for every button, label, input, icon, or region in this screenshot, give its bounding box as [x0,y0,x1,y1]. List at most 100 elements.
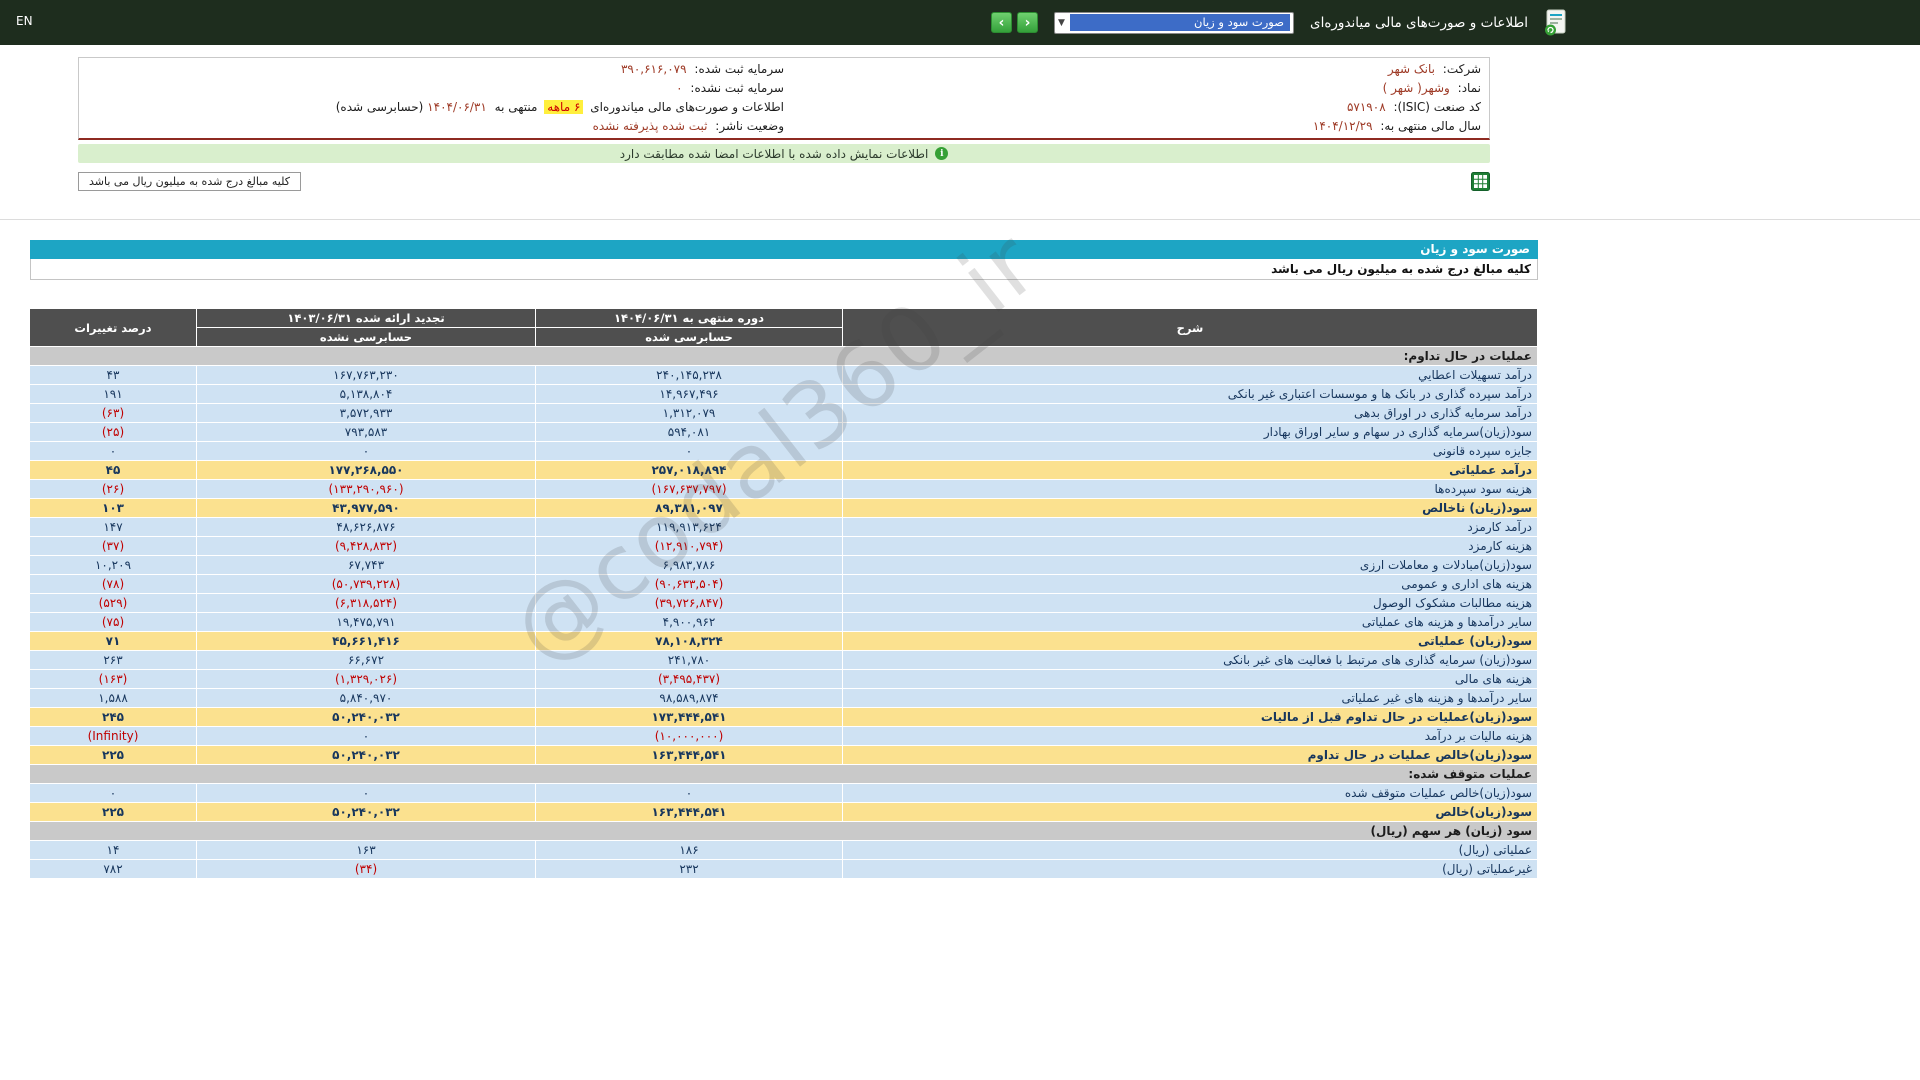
percent-change-value: ۱۴ [30,841,197,860]
language-en-link[interactable]: EN [16,14,33,28]
chevron-down-icon: ▼ [1058,18,1065,28]
row-description: سایر درآمدها و هزینه های غیر عملیاتی [843,689,1538,708]
row-description: سود(زیان) سرمایه گذاری های مرتبط با فعال… [843,651,1538,670]
current-period-value: ۴,۹۰۰,۹۶۲ [536,613,843,632]
prior-period-value: ۵۰,۲۴۰,۰۳۲ [197,746,536,765]
company-info-panel: شرکت: بانک شهر نماد: وشهر( شهر ) کد صنعت… [78,57,1490,140]
excel-export-icon[interactable] [1471,172,1490,191]
report-date: ۱۴۰۴/۰۶/۳۱ [427,100,487,114]
prior-period-value: ۷۹۳,۵۸۳ [197,423,536,442]
percent-change-value: ۴۵ [30,461,197,480]
isic-row: کد صنعت (ISIC): ۵۷۱۹۰۸ [784,98,1481,117]
company-name-row: شرکت: بانک شهر [784,60,1481,79]
prior-period-value: ۱۹,۴۷۵,۷۹۱ [197,613,536,632]
table-row: هزینه های مالی(۳,۴۹۵,۴۳۷)(۱,۳۲۹,۰۲۶)(۱۶۳… [30,670,1538,689]
percent-change-value: ۱۴۷ [30,518,197,537]
prior-period-value: ۰ [197,727,536,746]
row-description: سایر درآمدها و هزینه های عملیاتی [843,613,1538,632]
prior-period-value: ۵,۸۴۰,۹۷۰ [197,689,536,708]
income-statement-table: شرح دوره منتهی به ۱۴۰۴/۰۶/۳۱ تجدید ارائه… [29,308,1538,879]
current-period-value: ۶,۹۸۳,۷۸۶ [536,556,843,575]
percent-change-value: ۷۸۲ [30,860,197,879]
percent-change-value: ۴۳ [30,366,197,385]
report-period-highlight: ۶ ماهه [544,100,583,114]
prior-period-value: ۶۷,۷۴۳ [197,556,536,575]
percent-change-value: ۲۴۵ [30,708,197,727]
percent-change-value: ۱۰,۲۰۹ [30,556,197,575]
prior-period-value: (۶,۳۱۸,۵۲۴) [197,594,536,613]
company-info-left-column: سرمایه ثبت شده: ۳۹۰,۶۱۶,۰۷۹ سرمایه ثبت ن… [87,60,784,136]
period-nav-buttons: ‹ › [991,12,1038,33]
section-row: سود (زیان) هر سهم (ریال) [30,822,1538,841]
dropdown-selected-value: صورت سود و زیان [1070,14,1290,31]
table-row: درآمد سپرده گذاری در بانک ها و موسسات اع… [30,385,1538,404]
table-row: سود(زیان)خالص عملیات متوقف شده۰۰۰ [30,784,1538,803]
statement-type-dropdown[interactable]: صورت سود و زیان ▼ [1054,12,1294,34]
table-header: شرح دوره منتهی به ۱۴۰۴/۰۶/۳۱ تجدید ارائه… [30,309,1538,347]
current-period-value: ۲۴۰,۱۴۵,۲۳۸ [536,366,843,385]
publisher-status-row: وضعیت ناشر: ثبت شده پذیرفته نشده [87,117,784,136]
table-row: سود(زیان) عملیاتی۷۸,۱۰۸,۳۲۴۴۵,۶۶۱,۴۱۶۷۱ [30,632,1538,651]
prior-period-value: (۱,۳۲۹,۰۲۶) [197,670,536,689]
current-period-value: ۰ [536,784,843,803]
row-description: سود(زیان)خالص [843,803,1538,822]
section-row: عملیات متوقف شده: [30,765,1538,784]
current-period-value: ۱۴,۹۶۷,۴۹۶ [536,385,843,404]
prior-period-value: ۳,۵۷۲,۹۳۳ [197,404,536,423]
prior-period-value: ۵۰,۲۴۰,۰۳۲ [197,708,536,727]
current-period-value: (۱۶۷,۶۳۷,۷۹۷) [536,480,843,499]
section-label: عملیات در حال تداوم: [30,347,1538,366]
current-period-value: ۲۳۲ [536,860,843,879]
row-description: هزینه های اداری و عمومی [843,575,1538,594]
statement-section: صورت سود و زیان کلیه مبالغ درج شده به می… [30,240,1538,879]
next-period-button[interactable]: › [991,12,1012,33]
row-description: سود(زیان) عملیاتی [843,632,1538,651]
report-document-icon [1544,9,1568,36]
row-description: هزینه مطالبات مشکوک الوصول [843,594,1538,613]
row-description: درآمد سرمایه گذاری در اوراق بدهی [843,404,1538,423]
table-row: سود(زیان) سرمایه گذاری های مرتبط با فعال… [30,651,1538,670]
table-row: غیرعملیاتی (ریال)۲۳۲(۳۴)۷۸۲ [30,860,1538,879]
row-description: سود(زیان)سرمایه گذاری در سهام و سایر اور… [843,423,1538,442]
prior-period-value: (۱۳۳,۲۹۰,۹۶۰) [197,480,536,499]
current-period-value: (۳۹,۷۲۶,۸۴۷) [536,594,843,613]
percent-change-value: ۱۰۳ [30,499,197,518]
table-row: سود(زیان)خالص عملیات در حال تداوم۱۶۳,۴۴۴… [30,746,1538,765]
isic-label: کد صنعت (ISIC): [1393,100,1481,114]
tools-row: کلیه مبالغ درج شده به میلیون ریال می باش… [78,172,1490,191]
previous-period-button[interactable]: ‹ [1017,12,1038,33]
row-description: سود(زیان)مبادلات و معاملات ارزی [843,556,1538,575]
prior-period-value: ۵۰,۲۴۰,۰۳۲ [197,803,536,822]
section-divider [0,219,1920,220]
statement-unit-note: کلیه مبالغ درج شده به میلیون ریال می باش… [30,259,1538,280]
row-description: درآمد عملیاتی [843,461,1538,480]
row-description: هزینه کارمزد [843,537,1538,556]
row-description: درآمد سپرده گذاری در بانک ها و موسسات اع… [843,385,1538,404]
topbar-cluster: اطلاعات و صورت‌های مالی میاندوره‌ای صورت… [991,0,1568,45]
current-period-value: ۱۷۳,۴۴۴,۵۴۱ [536,708,843,727]
prior-period-value: ۱۶۷,۷۶۳,۲۳۰ [197,366,536,385]
percent-change-value: ۱۹۱ [30,385,197,404]
row-description: سود(زیان)خالص عملیات در حال تداوم [843,746,1538,765]
percent-change-value: (۳۷) [30,537,197,556]
row-description: سود(زیان)عملیات در حال تداوم قبل از مالی… [843,708,1538,727]
percent-change-value: ۷۱ [30,632,197,651]
publisher-status-label: وضعیت ناشر: [715,119,784,133]
header-current-audit-status: حسابرسی شده [536,328,843,347]
current-period-value: ۲۵۷,۰۱۸,۸۹۴ [536,461,843,480]
percent-change-value: (۶۳) [30,404,197,423]
percent-change-value: (۱۶۳) [30,670,197,689]
report-period-row: اطلاعات و صورت‌های مالی میاندوره‌ای ۶ ما… [87,98,784,117]
registered-capital-row: سرمایه ثبت شده: ۳۹۰,۶۱۶,۰۷۹ [87,60,784,79]
row-description: درآمد تسهیلات اعطایي [843,366,1538,385]
table-row: سود(زیان) ناخالص۸۹,۳۸۱,۰۹۷۴۳,۹۷۷,۵۹۰۱۰۳ [30,499,1538,518]
table-row: جایزه سپرده قانونی۰۰۰ [30,442,1538,461]
percent-change-value: (۷۵) [30,613,197,632]
current-period-value: (۳,۴۹۵,۴۳۷) [536,670,843,689]
company-name-label: شرکت: [1443,62,1481,76]
unregistered-capital-value: ۰ [676,81,682,95]
current-period-value: (۱۰,۰۰۰,۰۰۰) [536,727,843,746]
table-row: سود(زیان)سرمایه گذاری در سهام و سایر اور… [30,423,1538,442]
prior-period-value: ۱۷۷,۲۶۸,۵۵۰ [197,461,536,480]
table-row: سود(زیان)خالص۱۶۳,۴۴۴,۵۴۱۵۰,۲۴۰,۰۳۲۲۲۵ [30,803,1538,822]
